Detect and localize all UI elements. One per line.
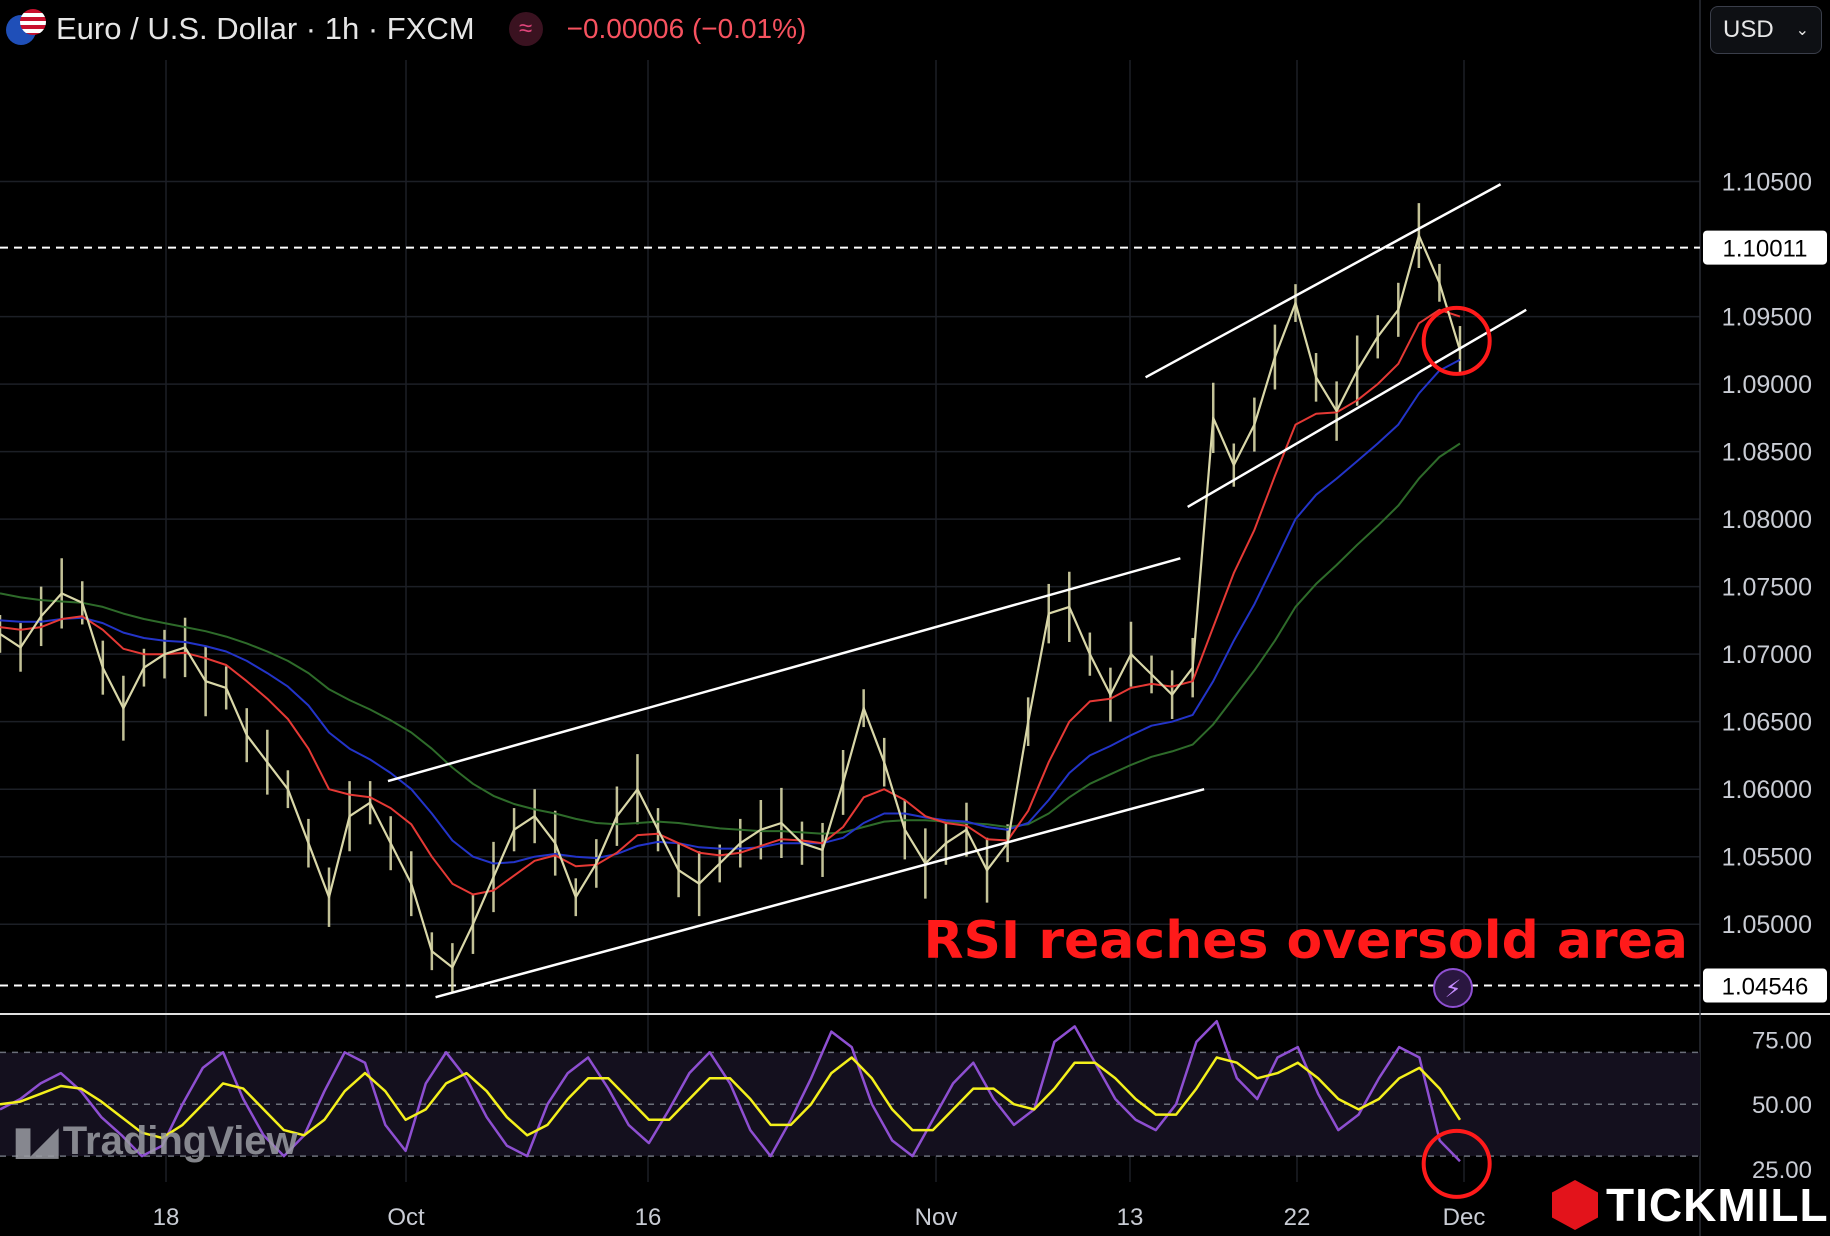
ema-green-line[interactable] bbox=[0, 442, 1461, 835]
y-tick-label: 1.08000 bbox=[1722, 506, 1812, 534]
tickmill-branding: TICKMILL bbox=[1552, 1178, 1829, 1232]
tradingview-watermark: ▮◢ TradingView bbox=[12, 1118, 298, 1164]
y-tick-label: 1.09500 bbox=[1722, 304, 1812, 332]
x-tick-label: 22 bbox=[1284, 1204, 1311, 1231]
tickmill-text: TICKMILL bbox=[1606, 1179, 1829, 1231]
y-tick-label: 1.08500 bbox=[1722, 439, 1812, 467]
y-tick-label: 1.06500 bbox=[1722, 709, 1812, 737]
x-tick-label: Nov bbox=[915, 1204, 958, 1231]
chart-grid bbox=[0, 0, 1830, 1236]
rsi-tick-label: 50.00 bbox=[1752, 1092, 1812, 1119]
x-tick-label: Oct bbox=[387, 1204, 425, 1231]
price-level-label: 1.10011 bbox=[1723, 236, 1808, 263]
y-tick-label: 1.05500 bbox=[1722, 844, 1812, 872]
y-tick-label: 1.05000 bbox=[1722, 911, 1812, 939]
tickmill-logo-icon bbox=[1552, 1180, 1598, 1230]
y-tick-label: 1.09000 bbox=[1722, 371, 1812, 399]
ema-blue-line[interactable] bbox=[0, 358, 1461, 865]
price-line[interactable] bbox=[0, 234, 1462, 969]
trend-line[interactable] bbox=[387, 557, 1181, 783]
trend-line[interactable] bbox=[1144, 183, 1502, 379]
annotation-text: RSI reaches oversold area bbox=[923, 911, 1688, 971]
x-tick-label: 16 bbox=[635, 1204, 662, 1231]
eur-usd-flag-icon bbox=[6, 9, 46, 49]
price-pane[interactable]: RSI reaches oversold area ⚡ bbox=[0, 183, 1700, 1008]
currency-selector[interactable]: USD ⌄ bbox=[1710, 6, 1822, 54]
y-tick-label: 1.10500 bbox=[1722, 169, 1812, 197]
chevron-down-icon: ⌄ bbox=[1795, 22, 1809, 39]
x-tick-label: 18 bbox=[153, 1204, 180, 1231]
tradingview-logo-icon: ▮◢ bbox=[12, 1119, 59, 1163]
symbol-header: Euro / U.S. Dollar · 1h · FXCM ≈ −0.0000… bbox=[6, 6, 806, 52]
y-tick-label: 1.07500 bbox=[1722, 574, 1812, 602]
price-change: −0.00006 (−0.01%) bbox=[566, 13, 807, 44]
currency-value: USD bbox=[1723, 16, 1774, 43]
symbol-title[interactable]: Euro / U.S. Dollar · 1h · FXCM bbox=[56, 11, 475, 47]
x-tick-label: Dec bbox=[1443, 1204, 1486, 1231]
price-level-label: 1.04546 bbox=[1722, 974, 1809, 1001]
wave-icon[interactable]: ≈ bbox=[508, 12, 543, 46]
ema-red-line[interactable] bbox=[0, 308, 1461, 896]
rsi-pane[interactable] bbox=[0, 1019, 1700, 1199]
watermark-text: TradingView bbox=[62, 1118, 298, 1163]
y-tick-label: 1.06000 bbox=[1722, 776, 1812, 804]
y-tick-label: 1.07000 bbox=[1722, 641, 1812, 669]
lightning-glyph: ⚡ bbox=[1445, 975, 1462, 1003]
chart-canvas: RSI reaches oversold area ⚡ 18 Oct 16 Nov 13 2… bbox=[0, 0, 1830, 1236]
x-tick-label: 13 bbox=[1117, 1204, 1144, 1231]
rsi-tick-label: 75.00 bbox=[1752, 1027, 1812, 1054]
